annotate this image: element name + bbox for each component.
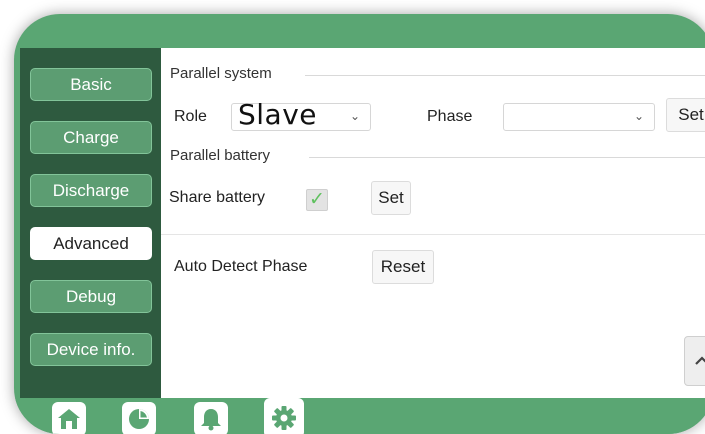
auto-detect-reset-button[interactable]: Reset (372, 250, 434, 284)
phase-select[interactable]: ⌄ (503, 103, 655, 131)
parallel-system-title: Parallel system (170, 65, 272, 82)
share-battery-checkbox[interactable]: ✓ (306, 189, 328, 211)
share-battery-label: Share battery (169, 189, 266, 206)
role-label: Role (174, 108, 207, 125)
tab-home[interactable] (52, 402, 86, 434)
chevron-down-icon: ⌄ (633, 109, 644, 123)
phase-set-button[interactable]: Set (666, 98, 705, 132)
chevron-down-icon: ⌄ (349, 109, 360, 123)
share-battery-set-button[interactable]: Set (371, 181, 411, 215)
parallel-battery-title: Parallel battery (170, 147, 271, 164)
tab-statistics[interactable] (122, 402, 156, 434)
advanced-settings-panel: Parallel system Role Slave ⌄ Phase ⌄ Set… (161, 48, 705, 398)
sidebar-item-basic[interactable]: Basic (30, 68, 152, 101)
home-icon (58, 409, 80, 429)
bell-icon (201, 409, 221, 431)
sidebar: Basic Charge Discharge Advanced Debug De… (20, 48, 161, 398)
auto-detect-phase-label: Auto Detect Phase (174, 258, 308, 275)
tab-settings[interactable] (264, 398, 304, 434)
gear-icon (272, 406, 296, 430)
content-divider (161, 234, 705, 235)
chevron-up-icon (695, 356, 705, 365)
chart-icon (129, 409, 149, 429)
sidebar-item-discharge[interactable]: Discharge (30, 174, 152, 207)
scroll-up-button[interactable] (684, 336, 705, 386)
tab-alarms[interactable] (194, 402, 228, 434)
section-divider (309, 157, 705, 158)
sidebar-item-charge[interactable]: Charge (30, 121, 152, 154)
sidebar-item-debug[interactable]: Debug (30, 280, 152, 313)
device-frame: Basic Charge Discharge Advanced Debug De… (14, 14, 705, 434)
phase-label: Phase (427, 108, 473, 125)
sidebar-item-advanced[interactable]: Advanced (30, 227, 152, 260)
role-select[interactable]: Slave ⌄ (231, 98, 371, 131)
checkmark-icon: ✓ (309, 189, 325, 210)
bottom-tab-bar (14, 398, 705, 434)
role-select-value: Slave (238, 98, 318, 131)
sidebar-item-device-info[interactable]: Device info. (30, 333, 152, 366)
section-divider (305, 75, 705, 76)
screen: Basic Charge Discharge Advanced Debug De… (20, 48, 705, 398)
